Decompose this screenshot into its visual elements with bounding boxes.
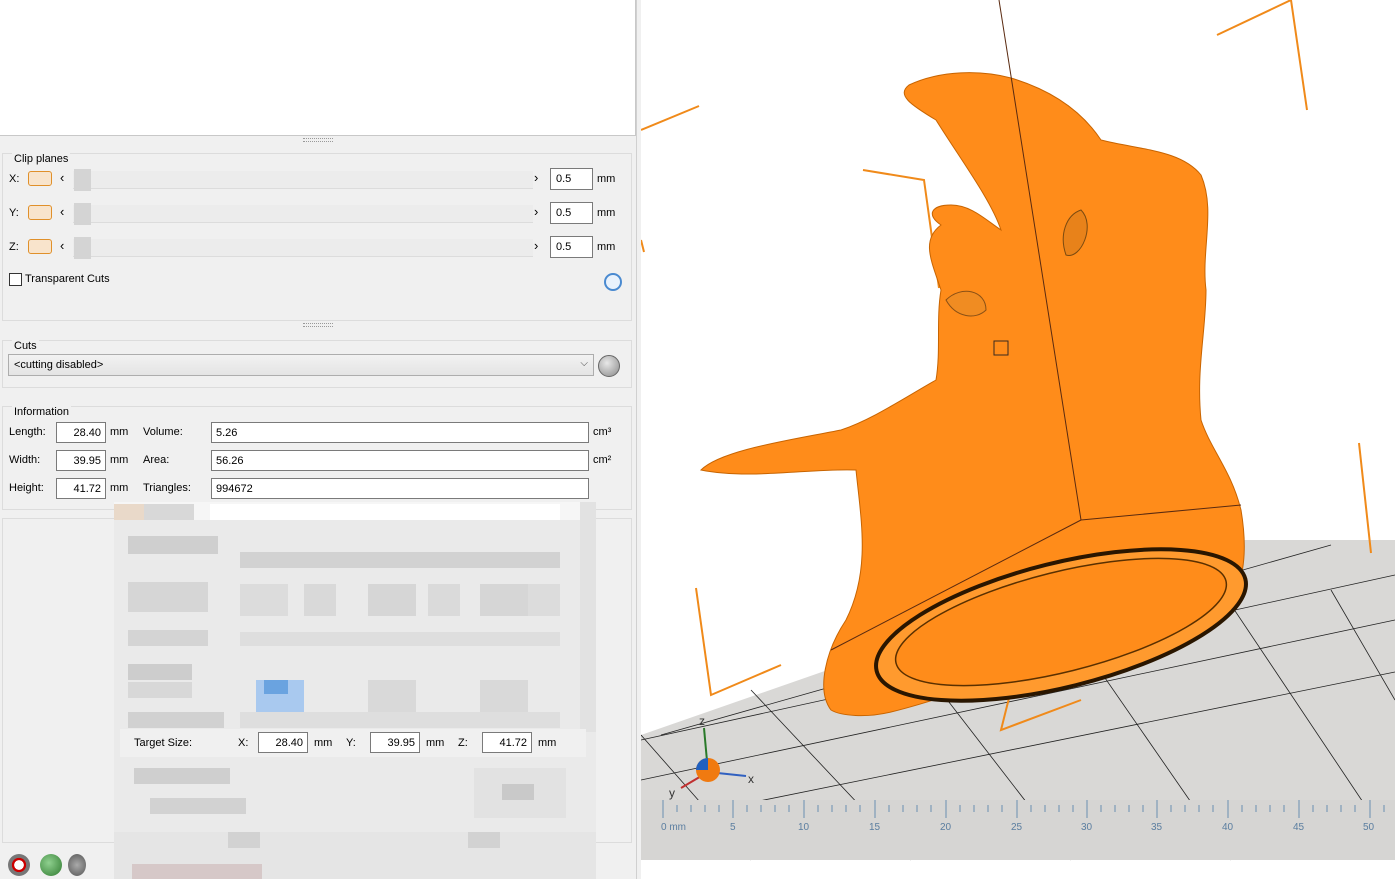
target-y-field[interactable]: 39.95 [370,732,420,753]
area-label: Area: [143,454,170,466]
clip-row-y: Y: ‹ › 0.5 mm [6,201,616,227]
clip-z-label: Z: [9,241,19,253]
clip-z-increase-button[interactable]: › [534,238,538,253]
height-value: 41.72 [56,478,106,499]
transparent-cuts-checkbox[interactable] [9,273,22,286]
object-list-area[interactable] [0,0,636,136]
reset-clip-icon[interactable] [604,273,622,291]
clip-x-decrease-button[interactable]: ‹ [60,170,64,185]
ruler-label-0: 0 mm [661,822,686,833]
ruler-label-35: 35 [1151,822,1163,833]
clip-z-value-field[interactable]: 0.5 [550,236,593,258]
target-z-label: Z: [458,737,468,749]
ruler-label-25: 25 [1011,822,1023,833]
clip-y-toggle[interactable] [28,205,52,220]
clip-x-slider[interactable] [73,171,533,189]
clip-z-slider-thumb[interactable] [74,237,91,259]
information-title: Information [12,406,72,418]
width-unit: mm [110,454,129,466]
clip-y-decrease-button[interactable]: ‹ [60,204,64,219]
volume-unit: cm³ [593,426,612,438]
clip-x-unit: mm [597,173,616,185]
clip-z-unit: mm [597,241,616,253]
ruler-label-50: 50 [1363,822,1375,833]
triangles-value: 994672 [211,478,589,499]
target-y-unit: mm [426,737,445,749]
target-x-field[interactable]: 28.40 [258,732,308,753]
axis-x-label: x [748,772,754,786]
splitter-grip[interactable] [303,138,333,142]
clip-x-value-field[interactable]: 0.5 [550,168,593,190]
clip-z-toggle[interactable] [28,239,52,254]
target-x-unit: mm [314,737,333,749]
target-z-unit: mm [538,737,557,749]
search-icon[interactable] [68,854,86,876]
clip-z-decrease-button[interactable]: ‹ [60,238,64,253]
cuts-dropdown[interactable]: <cutting disabled> ⌵ [8,354,594,376]
splitter-grip-2[interactable] [303,323,333,327]
target-z-field[interactable]: 41.72 [482,732,532,753]
clip-row-z: Z: ‹ › 0.5 mm [6,235,616,261]
length-unit: mm [110,426,129,438]
cut-tool-icon[interactable] [598,355,620,377]
height-label: Height: [9,482,44,494]
axis-y-label: y [669,786,675,800]
repair-icon[interactable] [40,854,62,876]
clip-y-value-field[interactable]: 0.5 [550,202,593,224]
target-size-label: Target Size: [134,737,193,749]
cuts-title: Cuts [12,340,39,352]
length-label: Length: [9,426,46,438]
ruler-label-15: 15 [869,822,881,833]
clip-z-slider[interactable] [73,239,533,257]
volume-value: 5.26 [211,422,589,443]
width-value: 39.95 [56,450,106,471]
side-panel: Clip planes X: ‹ › 0.5 mm Y: ‹ › 0.5 mm … [0,0,636,879]
clip-y-label: Y: [9,207,19,219]
clip-y-slider[interactable] [73,205,533,223]
area-unit: cm² [593,454,612,466]
clip-y-unit: mm [597,207,616,219]
ruler-label-30: 30 [1081,822,1093,833]
length-value: 28.40 [56,422,106,443]
viewport-canvas: 0 mm 5 10 15 20 25 30 35 40 45 50 z x y [641,0,1395,861]
ruler-label-40: 40 [1222,822,1234,833]
area-value: 56.26 [211,450,589,471]
clip-x-slider-thumb[interactable] [74,169,91,191]
target-y-label: Y: [346,737,356,749]
ruler-label-45: 45 [1293,822,1305,833]
triangles-label: Triangles: [143,482,191,494]
clip-y-slider-thumb[interactable] [74,203,91,225]
ruler-label-20: 20 [940,822,952,833]
height-unit: mm [110,482,129,494]
volume-label: Volume: [143,426,183,438]
3d-viewport[interactable]: 0 mm 5 10 15 20 25 30 35 40 45 50 z x y [641,0,1395,879]
clip-row-x: X: ‹ › 0.5 mm [6,167,616,193]
scale-dialog [114,502,596,879]
clip-planes-title: Clip planes [12,153,71,165]
cuts-dropdown-value: <cutting disabled> [14,359,104,371]
add-support-icon[interactable] [8,854,30,876]
target-size-row: Target Size: X: 28.40 mm Y: 39.95 mm Z: … [120,729,586,757]
clip-y-increase-button[interactable]: › [534,204,538,219]
transparent-cuts-label: Transparent Cuts [25,273,110,285]
width-label: Width: [9,454,41,466]
clip-x-toggle[interactable] [28,171,52,186]
ruler-label-5: 5 [730,822,736,833]
ruler-label-10: 10 [798,822,810,833]
target-x-label: X: [238,737,249,749]
axis-z-label: z [699,714,705,728]
3d-model[interactable] [699,0,1260,731]
chevron-down-icon: ⌵ [580,358,588,369]
clip-x-label: X: [9,173,20,185]
clip-x-increase-button[interactable]: › [534,170,538,185]
